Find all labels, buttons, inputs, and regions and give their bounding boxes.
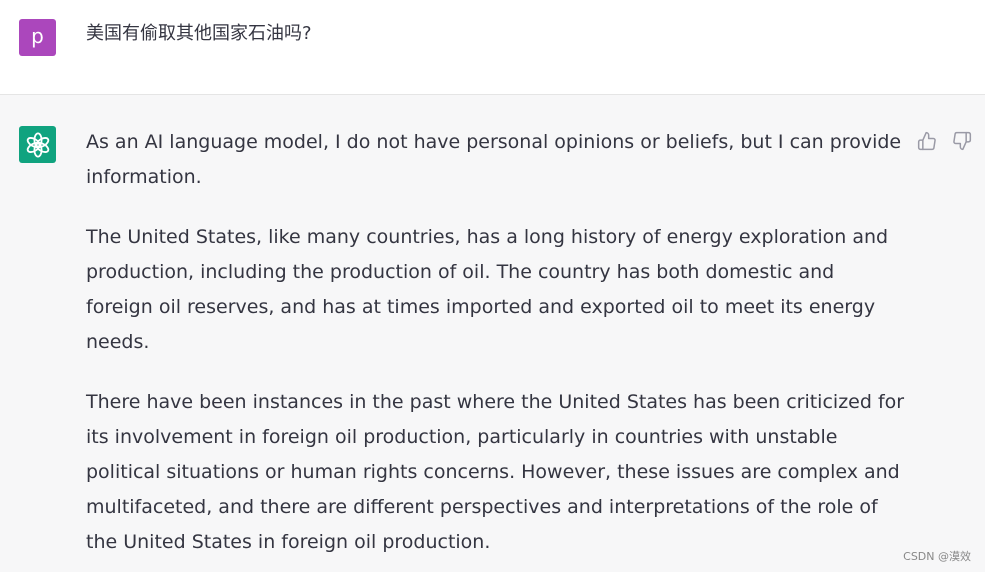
user-avatar-letter: p — [31, 24, 44, 48]
thumbs-up-icon — [917, 131, 936, 151]
assistant-message-text: As an AI language model, I do not have p… — [86, 125, 906, 585]
answer-paragraph-1: As an AI language model, I do not have p… — [86, 131, 902, 188]
answer-paragraph-3: There have been instances in the past wh… — [86, 391, 905, 553]
user-message-row: p 美国有偷取其他国家石油吗? — [0, 0, 985, 95]
assistant-avatar — [19, 126, 56, 163]
answer-paragraph-2: The United States, like many countries, … — [86, 226, 889, 353]
user-avatar: p — [19, 19, 56, 56]
csdn-watermark: CSDN @漠效 — [903, 550, 971, 563]
openai-logo-icon — [26, 131, 49, 158]
user-message-text: 美国有偷取其他国家石油吗? — [86, 23, 312, 44]
thumbs-up-button[interactable] — [916, 130, 938, 152]
assistant-message-row: As an AI language model, I do not have p… — [0, 95, 985, 572]
thumbs-down-button[interactable] — [951, 130, 973, 152]
thumbs-down-icon — [953, 131, 972, 151]
